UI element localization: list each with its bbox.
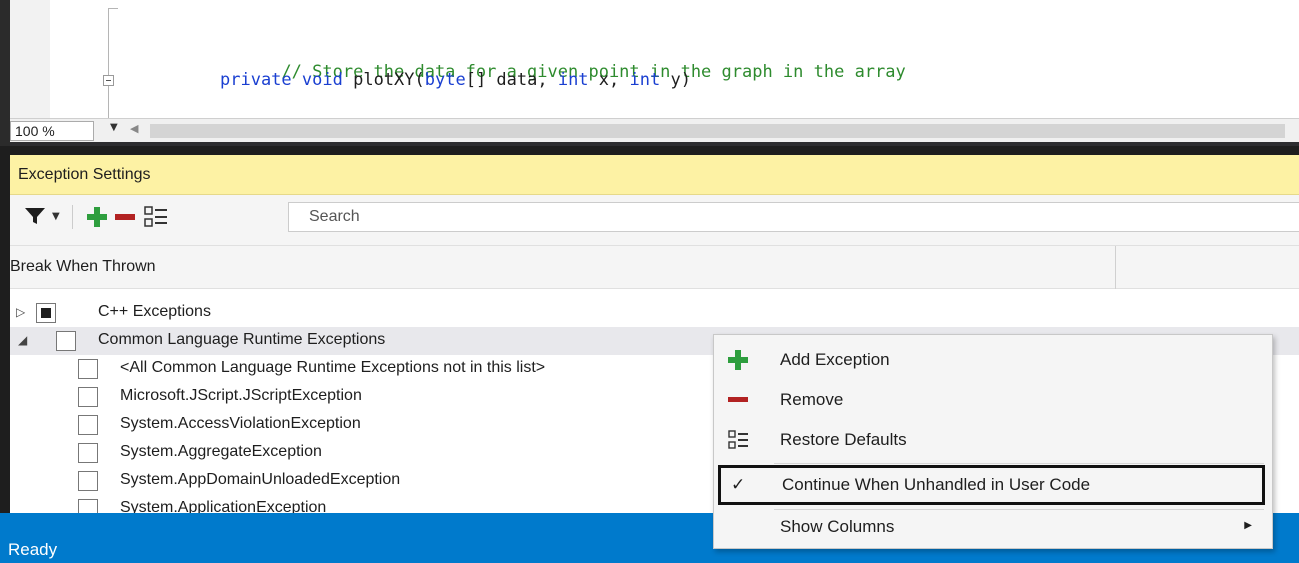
menu-item-restore-defaults[interactable]: Restore Defaults bbox=[714, 420, 1272, 460]
tree-row-label: System.ApplicationException bbox=[120, 499, 327, 513]
param-data: [] data, bbox=[465, 70, 558, 90]
collapse-region-icon[interactable] bbox=[103, 75, 114, 86]
add-icon[interactable] bbox=[86, 206, 108, 228]
tree-row-label: System.AggregateException bbox=[120, 443, 322, 460]
zoom-dropdown-icon[interactable]: ▼ bbox=[110, 122, 118, 133]
code-line-brace: { bbox=[220, 96, 291, 118]
add-icon bbox=[728, 350, 748, 370]
tree-row-label: Common Language Runtime Exceptions bbox=[98, 331, 386, 348]
panel-title[interactable]: Exception Settings bbox=[10, 155, 1299, 195]
checkbox[interactable] bbox=[78, 387, 98, 407]
menu-item-continue-when-unhandled[interactable]: ✓ Continue When Unhandled in User Code bbox=[718, 465, 1265, 505]
keyword-byte: byte bbox=[424, 70, 466, 90]
expand-icon[interactable]: ▷ bbox=[16, 305, 25, 319]
checkbox[interactable] bbox=[78, 443, 98, 463]
column-header[interactable]: Break When Thrown bbox=[10, 245, 1299, 290]
param-y: y) bbox=[660, 70, 691, 90]
checkbox[interactable] bbox=[78, 471, 98, 491]
outline-guide bbox=[108, 8, 109, 118]
menu-item-show-columns[interactable]: Show Columns ▶ bbox=[714, 507, 1272, 547]
filter-dropdown-icon[interactable]: ▼ bbox=[52, 211, 60, 222]
checkbox[interactable] bbox=[78, 499, 98, 513]
tree-row-label: <All Common Language Runtime Exceptions … bbox=[120, 359, 546, 376]
search-input[interactable] bbox=[288, 202, 1299, 232]
status-text: Ready bbox=[8, 540, 58, 559]
checkmark-icon: ✓ bbox=[731, 475, 746, 495]
remove-icon bbox=[728, 397, 748, 402]
restore-defaults-icon[interactable] bbox=[144, 205, 168, 229]
editor-text-area[interactable]: // Store the data for a given point in t… bbox=[10, 0, 1299, 118]
horizontal-scrollbar[interactable] bbox=[150, 124, 1285, 138]
keyword-int-x: int bbox=[557, 70, 589, 90]
checkbox[interactable] bbox=[78, 415, 98, 435]
submenu-arrow-icon: ▶ bbox=[1244, 520, 1252, 531]
menu-item-label: Show Columns bbox=[780, 517, 895, 536]
checkbox-indeterminate[interactable] bbox=[36, 303, 56, 323]
column-header-label: Break When Thrown bbox=[10, 258, 156, 275]
restore-defaults-icon bbox=[728, 430, 748, 449]
editor-zoom-bar: 100 % ▼ ◀ bbox=[10, 118, 1299, 142]
editor-gutter bbox=[10, 0, 50, 118]
editor-left-border bbox=[0, 0, 10, 146]
tree-row-label: C++ Exceptions bbox=[98, 303, 211, 320]
menu-item-label: Continue When Unhandled in User Code bbox=[782, 475, 1091, 494]
collapse-icon[interactable]: ◢ bbox=[18, 333, 27, 347]
scroll-left-icon[interactable]: ◀ bbox=[130, 122, 138, 135]
zoom-level-field[interactable]: 100 % bbox=[10, 121, 94, 141]
keyword-int-y: int bbox=[629, 70, 661, 90]
checkbox[interactable] bbox=[56, 331, 76, 351]
menu-item-label: Remove bbox=[780, 390, 844, 409]
context-menu: Add Exception Remove Restore Defaults ✓ … bbox=[713, 334, 1273, 549]
menu-separator bbox=[774, 463, 1264, 464]
menu-item-add-exception[interactable]: Add Exception bbox=[714, 340, 1272, 380]
code-editor: // Store the data for a given point in t… bbox=[0, 0, 1299, 146]
method-name: plotXY( bbox=[342, 70, 425, 90]
menu-item-remove[interactable]: Remove bbox=[714, 380, 1272, 420]
panel-toolbar: ▼ bbox=[10, 195, 1299, 239]
outline-guide-top bbox=[108, 8, 118, 9]
column-divider[interactable] bbox=[1115, 246, 1116, 290]
code-line-method-signature: private void plotXY(byte[] data, int x, … bbox=[220, 70, 691, 90]
menu-item-label: Add Exception bbox=[780, 350, 890, 369]
tree-row-label: System.AppDomainUnloadedException bbox=[120, 471, 401, 488]
filter-icon[interactable] bbox=[24, 206, 46, 226]
tree-row-label: System.AccessViolationException bbox=[120, 415, 361, 432]
param-x: x, bbox=[588, 70, 630, 90]
remove-icon[interactable] bbox=[114, 206, 136, 228]
tree-row-cpp-exceptions[interactable]: ▷ C++ Exceptions bbox=[10, 299, 1299, 327]
toolbar-separator bbox=[72, 205, 73, 229]
menu-item-label: Restore Defaults bbox=[780, 430, 907, 449]
keyword-void: void bbox=[301, 70, 343, 90]
checkbox[interactable] bbox=[78, 359, 98, 379]
tree-row-label: Microsoft.JScript.JScriptException bbox=[120, 387, 362, 404]
keyword-private: private bbox=[220, 70, 292, 90]
